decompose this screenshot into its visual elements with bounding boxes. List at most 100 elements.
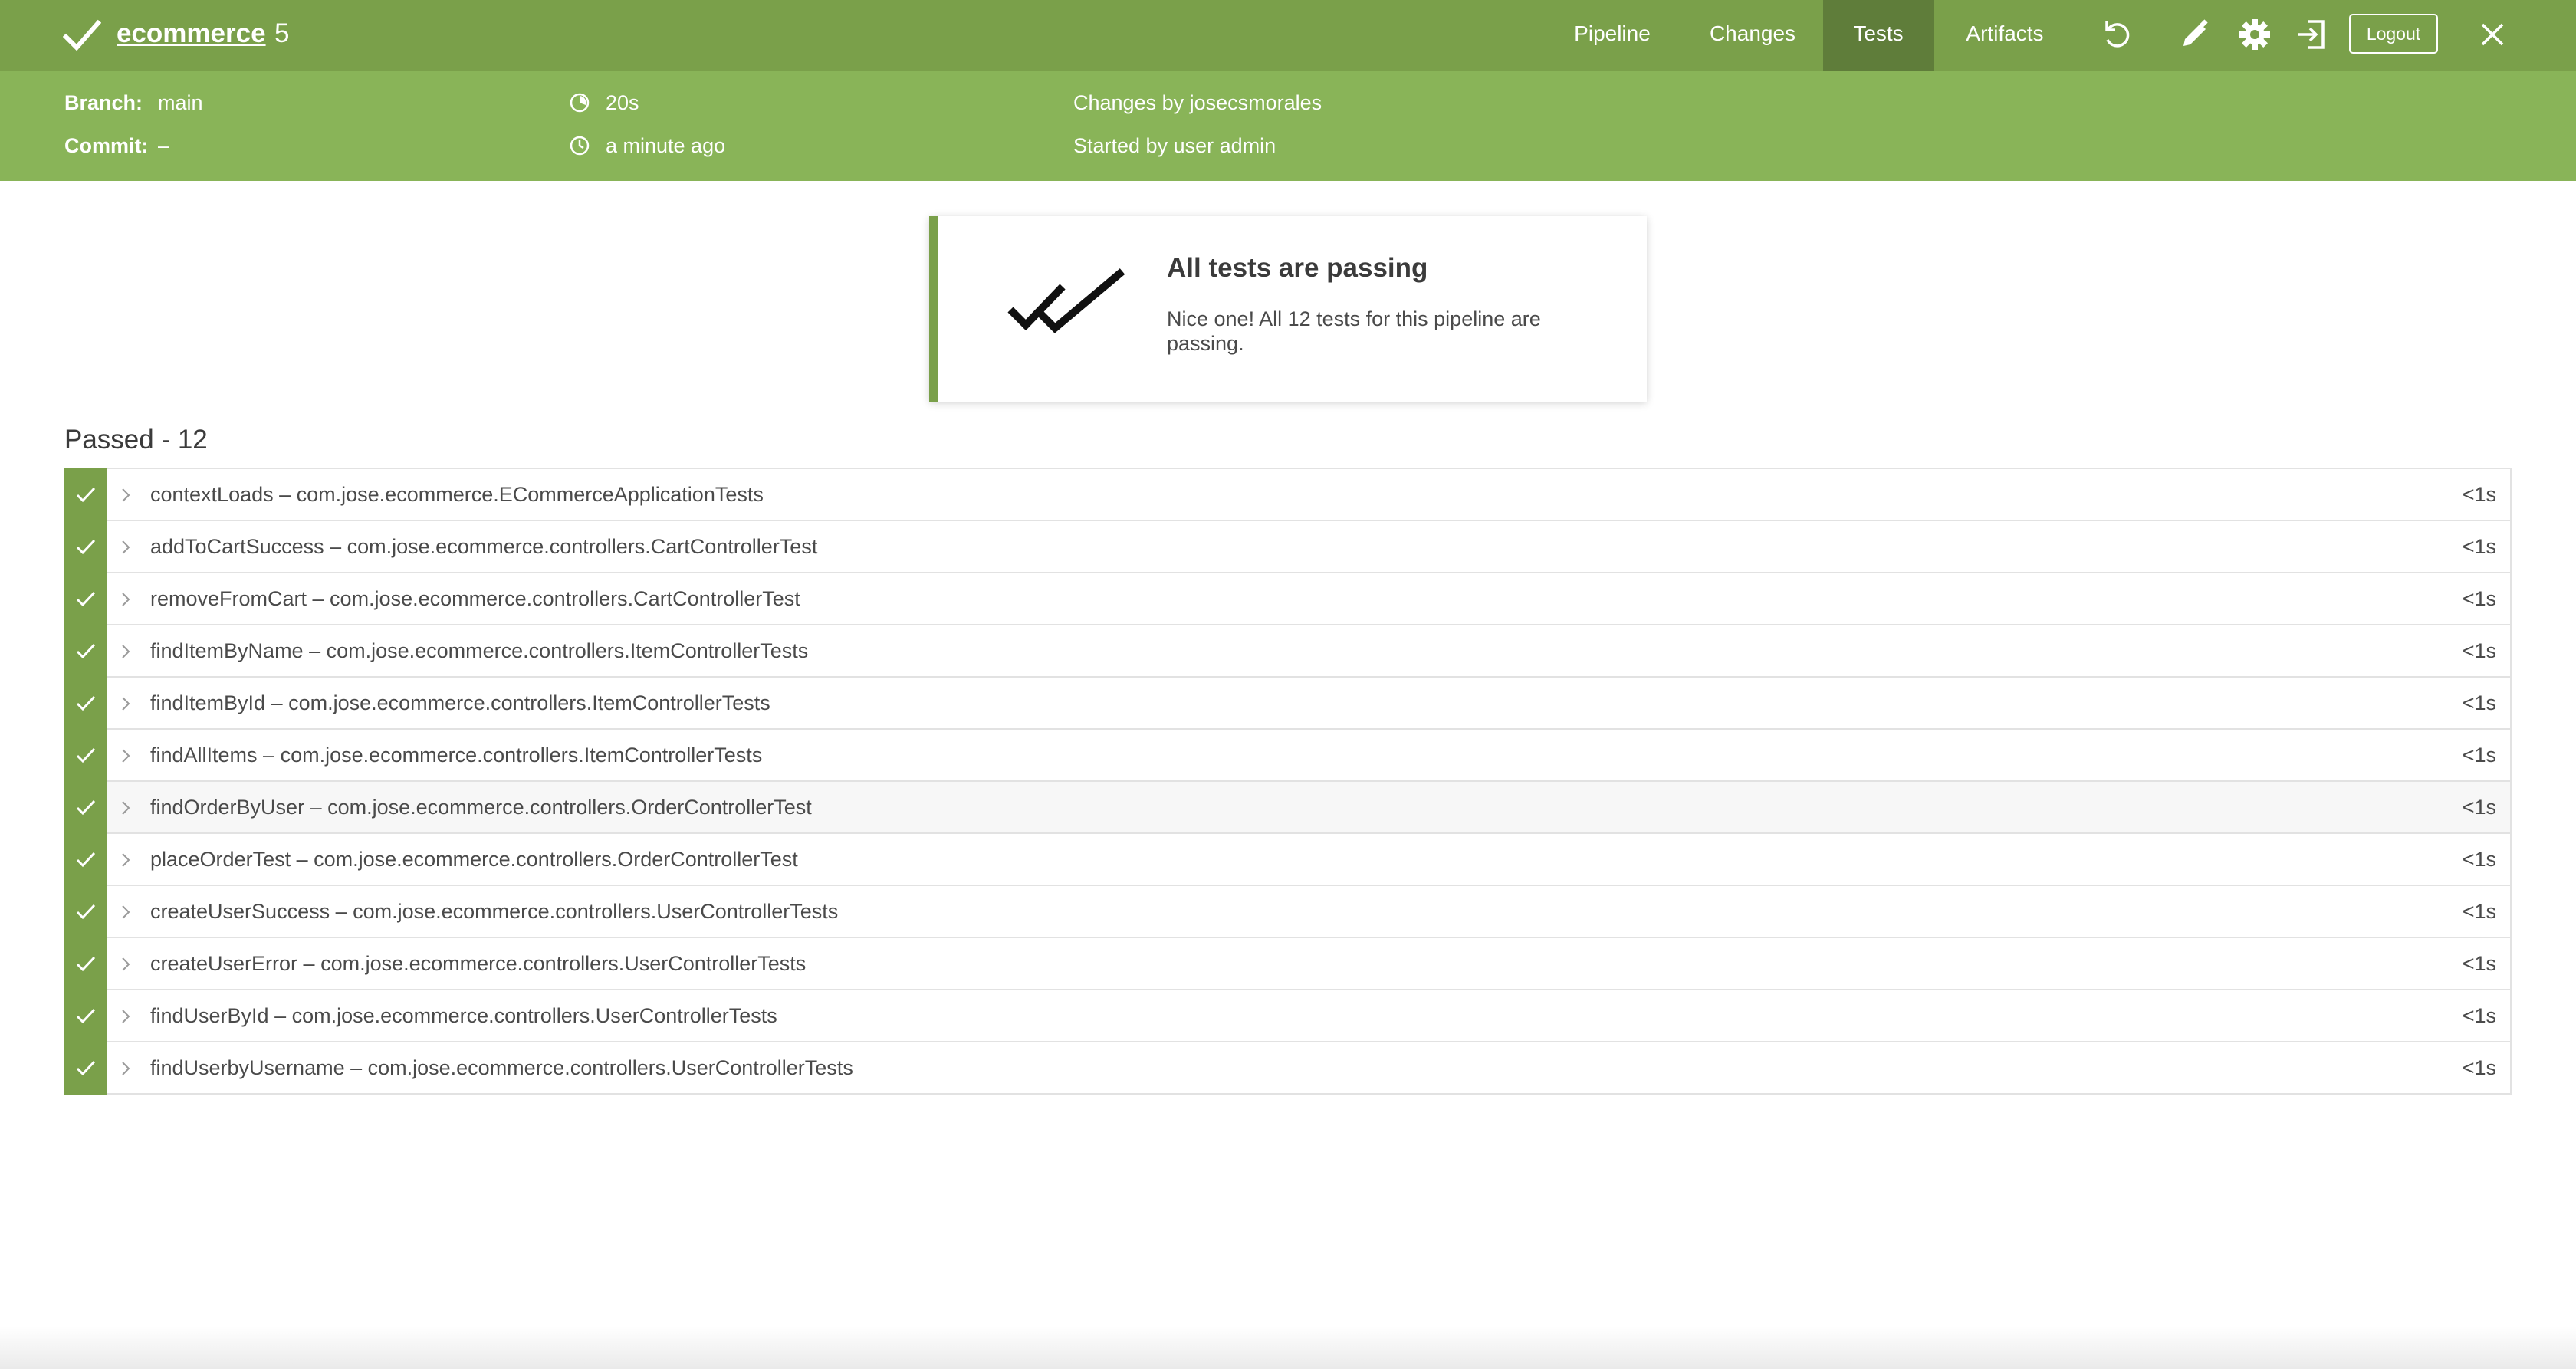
check-icon xyxy=(76,1008,96,1024)
test-name: createUserError – com.jose.ecommerce.con… xyxy=(150,952,807,975)
test-duration: <1s xyxy=(2462,796,2496,819)
test-name: contextLoads – com.jose.ecommerce.EComme… xyxy=(150,483,764,506)
test-name: findOrderByUser – com.jose.ecommerce.con… xyxy=(150,796,812,819)
test-duration: <1s xyxy=(2462,483,2496,506)
pass-status xyxy=(64,728,107,782)
test-duration: <1s xyxy=(2462,1056,2496,1079)
check-icon xyxy=(76,799,96,816)
pass-status xyxy=(64,780,107,834)
test-row[interactable]: findUserbyUsername – com.jose.ecommerce.… xyxy=(64,1041,2512,1095)
commit-value: – xyxy=(158,134,170,157)
branch-label: Branch: xyxy=(64,91,143,114)
test-duration: <1s xyxy=(2462,639,2496,662)
test-duration: <1s xyxy=(2462,587,2496,610)
chevron-right-icon[interactable] xyxy=(120,1060,132,1077)
check-icon xyxy=(76,1060,96,1076)
chevron-right-icon[interactable] xyxy=(120,643,132,660)
test-row[interactable]: addToCartSuccess – com.jose.ecommerce.co… xyxy=(64,520,2512,573)
test-name: findItemById – com.jose.ecommerce.contro… xyxy=(150,691,770,714)
commit-label: Commit: xyxy=(64,134,149,157)
banner-message: Nice one! All 12 tests for this pipeline… xyxy=(1167,307,1541,355)
test-row[interactable]: findUserById – com.jose.ecommerce.contro… xyxy=(64,989,2512,1042)
test-duration: <1s xyxy=(2462,535,2496,558)
test-name: placeOrderTest – com.jose.ecommerce.cont… xyxy=(150,848,798,871)
test-duration: <1s xyxy=(2462,744,2496,767)
pass-status xyxy=(64,885,107,938)
all-passing-banner: All tests are passing Nice one! All 12 t… xyxy=(929,216,1647,402)
run-number: 5 xyxy=(274,18,290,48)
edit-icon[interactable] xyxy=(2177,17,2213,52)
test-duration: <1s xyxy=(2462,691,2496,714)
chevron-right-icon[interactable] xyxy=(120,904,132,921)
test-name: findItemByName – com.jose.ecommerce.cont… xyxy=(150,639,809,662)
test-row[interactable]: createUserError – com.jose.ecommerce.con… xyxy=(64,937,2512,990)
test-row[interactable]: findItemById – com.jose.ecommerce.contro… xyxy=(64,676,2512,730)
test-name: findUserbyUsername – com.jose.ecommerce.… xyxy=(150,1056,853,1079)
test-duration: <1s xyxy=(2462,900,2496,923)
pass-status xyxy=(64,468,107,521)
check-icon xyxy=(76,904,96,920)
branch-value: main xyxy=(158,91,203,114)
pass-status xyxy=(64,572,107,625)
check-icon xyxy=(76,695,96,711)
top-bar: ecommerce 5 Pipeline Changes Tests Artif… xyxy=(0,0,2576,71)
test-name: createUserSuccess – com.jose.ecommerce.c… xyxy=(150,900,839,923)
clock-icon xyxy=(570,136,590,156)
check-icon xyxy=(76,643,96,659)
passed-heading: Passed - 12 xyxy=(64,425,208,455)
test-name: findAllItems – com.jose.ecommerce.contro… xyxy=(150,744,763,767)
test-row[interactable]: placeOrderTest – com.jose.ecommerce.cont… xyxy=(64,832,2512,886)
chevron-right-icon[interactable] xyxy=(120,852,132,868)
pass-status xyxy=(64,676,107,730)
chevron-right-icon[interactable] xyxy=(120,591,132,608)
banner-title: All tests are passing xyxy=(1167,253,1428,283)
check-icon xyxy=(76,956,96,972)
chevron-right-icon[interactable] xyxy=(120,539,132,556)
check-icon xyxy=(76,852,96,868)
check-icon xyxy=(76,487,96,503)
rerun-icon[interactable] xyxy=(2099,17,2134,52)
pass-status xyxy=(64,624,107,678)
chevron-right-icon[interactable] xyxy=(120,799,132,816)
started-by: Started by user admin xyxy=(1073,134,1276,157)
chevron-right-icon[interactable] xyxy=(120,747,132,764)
pass-status xyxy=(64,937,107,990)
gear-icon[interactable] xyxy=(2237,17,2272,52)
pass-status xyxy=(64,1041,107,1095)
test-name: removeFromCart – com.jose.ecommerce.cont… xyxy=(150,587,800,610)
chevron-right-icon[interactable] xyxy=(120,695,132,712)
double-check-icon xyxy=(1007,268,1125,333)
test-duration: <1s xyxy=(2462,848,2496,871)
test-row[interactable]: removeFromCart – com.jose.ecommerce.cont… xyxy=(64,572,2512,625)
tab-pipeline[interactable]: Pipeline xyxy=(1549,0,1676,71)
chevron-right-icon[interactable] xyxy=(120,487,132,504)
test-row[interactable]: createUserSuccess – com.jose.ecommerce.c… xyxy=(64,885,2512,938)
test-row[interactable]: findOrderByUser – com.jose.ecommerce.con… xyxy=(64,780,2512,834)
test-name: addToCartSuccess – com.jose.ecommerce.co… xyxy=(150,535,818,558)
sign-in-icon[interactable] xyxy=(2294,17,2329,52)
duration-value: 20s xyxy=(606,91,639,114)
pass-status xyxy=(64,989,107,1042)
check-icon xyxy=(76,591,96,607)
test-row[interactable]: findAllItems – com.jose.ecommerce.contro… xyxy=(64,728,2512,782)
duration-icon xyxy=(570,93,590,113)
changes-by: Changes by josecsmorales xyxy=(1073,91,1322,114)
check-icon xyxy=(76,747,96,763)
tab-changes[interactable]: Changes xyxy=(1687,0,1819,71)
test-duration: <1s xyxy=(2462,1004,2496,1027)
pass-status xyxy=(64,832,107,886)
bottom-shadow xyxy=(0,1326,2576,1369)
test-name: findUserById – com.jose.ecommerce.contro… xyxy=(150,1004,777,1027)
test-row[interactable]: contextLoads – com.jose.ecommerce.EComme… xyxy=(64,468,2512,521)
test-row[interactable]: findItemByName – com.jose.ecommerce.cont… xyxy=(64,624,2512,678)
run-info-bar: Branch: main Commit: – 20s a minute ago … xyxy=(0,71,2576,181)
chevron-right-icon[interactable] xyxy=(120,1008,132,1025)
pipeline-name-link[interactable]: ecommerce xyxy=(117,15,266,52)
close-icon[interactable] xyxy=(2475,17,2510,52)
chevron-right-icon[interactable] xyxy=(120,956,132,973)
logout-button[interactable]: Logout xyxy=(2349,14,2438,54)
pass-status xyxy=(64,520,107,573)
tab-tests[interactable]: Tests xyxy=(1823,0,1934,71)
check-icon xyxy=(76,539,96,555)
tab-artifacts[interactable]: Artifacts xyxy=(1941,0,2068,71)
